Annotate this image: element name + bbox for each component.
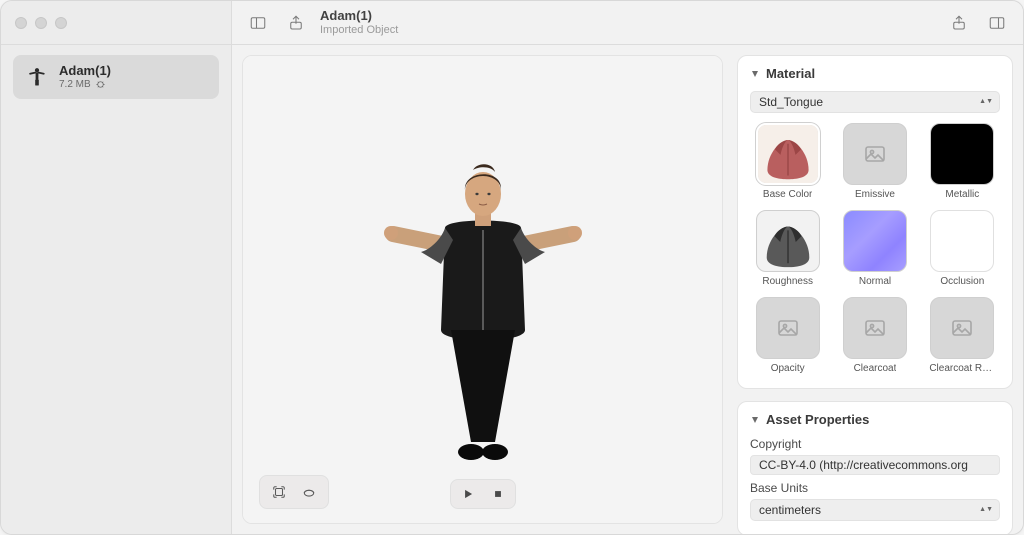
metallic-swatch [930, 123, 994, 185]
asset-properties-title: Asset Properties [766, 412, 869, 427]
opacity-swatch [756, 297, 820, 359]
clearcoat-label: Clearcoat [854, 363, 897, 374]
character-preview [333, 100, 633, 480]
material-slot-metallic[interactable]: Metallic [925, 123, 1000, 200]
viewport-mode-controls [259, 475, 329, 509]
material-slots-grid: Base Color Emissive Metallic [750, 123, 1000, 374]
base-color-label: Base Color [763, 189, 812, 200]
material-select[interactable]: Std_Tongue ▲▼ [750, 91, 1000, 113]
occlusion-swatch [930, 210, 994, 272]
material-slot-base-color[interactable]: Base Color [750, 123, 825, 200]
minimize-window-dot[interactable] [35, 17, 47, 29]
asset-title: Adam(1) [59, 63, 111, 79]
material-slot-clearcoat-roughness[interactable]: Clearcoat Ro… [925, 297, 1000, 374]
emissive-label: Emissive [855, 189, 895, 200]
emissive-swatch [843, 123, 907, 185]
share-button-right[interactable] [945, 10, 973, 36]
material-panel-header[interactable]: Material [750, 66, 1000, 81]
asset-thumbnail-icon [23, 63, 51, 91]
asset-size: 7.2 MB [59, 79, 91, 91]
material-slot-clearcoat[interactable]: Clearcoat [837, 297, 912, 374]
base-units-select[interactable]: centimeters ▲▼ [750, 499, 1000, 521]
toolbar: Adam(1) Imported Object [231, 1, 1023, 44]
zoom-window-dot[interactable] [55, 17, 67, 29]
opacity-label: Opacity [771, 363, 805, 374]
select-arrows-icon: ▲▼ [979, 100, 993, 104]
material-slot-normal[interactable]: Normal [837, 210, 912, 287]
toggle-inspector-button[interactable] [983, 10, 1011, 36]
inspector[interactable]: Material Std_Tongue ▲▼ Base Color [733, 45, 1023, 534]
titlebar: Adam(1) Imported Object [1, 1, 1023, 45]
toggle-sidebar-button[interactable] [244, 10, 272, 36]
sidebar-item-asset[interactable]: Adam(1) 7.2 MB [13, 55, 219, 99]
window-body: Adam(1) 7.2 MB [1, 45, 1023, 534]
material-slot-emissive[interactable]: Emissive [837, 123, 912, 200]
sidebar: Adam(1) 7.2 MB [1, 45, 231, 534]
app-window: Adam(1) Imported Object [0, 0, 1024, 535]
chevron-down-icon [750, 69, 760, 79]
document-title: Adam(1) [320, 8, 398, 24]
document-subtitle: Imported Object [320, 24, 398, 37]
base-units-label: Base Units [750, 481, 1000, 495]
select-arrows-icon: ▲▼ [979, 508, 993, 512]
stop-button[interactable] [485, 482, 511, 506]
asset-properties-header[interactable]: Asset Properties [750, 412, 1000, 427]
material-slot-opacity[interactable]: Opacity [750, 297, 825, 374]
material-panel-title: Material [766, 66, 815, 81]
close-window-dot[interactable] [15, 17, 27, 29]
clearcoat-swatch [843, 297, 907, 359]
occlusion-label: Occlusion [940, 276, 984, 287]
share-button[interactable] [282, 10, 310, 36]
metallic-label: Metallic [945, 189, 979, 200]
viewport-canvas[interactable] [243, 56, 722, 523]
asset-subtitle: 7.2 MB [59, 79, 111, 91]
play-button[interactable] [455, 482, 481, 506]
asset-text: Adam(1) 7.2 MB [59, 63, 111, 91]
roughness-swatch [756, 210, 820, 272]
viewport[interactable] [242, 55, 723, 524]
normal-swatch [843, 210, 907, 272]
clearcoat-roughness-label: Clearcoat Ro… [929, 363, 995, 374]
copyright-field[interactable]: CC-BY-4.0 (http://creativecommons.org [750, 455, 1000, 475]
material-select-value: Std_Tongue [759, 95, 823, 109]
playback-controls [450, 479, 516, 509]
copyright-label: Copyright [750, 437, 1000, 451]
asset-properties-panel: Asset Properties Copyright CC-BY-4.0 (ht… [737, 401, 1013, 534]
traffic-lights [15, 17, 67, 29]
base-units-value: centimeters [759, 503, 821, 517]
main-area: Material Std_Tongue ▲▼ Base Color [231, 45, 1023, 534]
environment-toggle[interactable] [296, 480, 322, 504]
chevron-down-icon [750, 415, 760, 425]
copyright-value: CC-BY-4.0 (http://creativecommons.org [759, 458, 968, 472]
material-slot-roughness[interactable]: Roughness [750, 210, 825, 287]
roughness-label: Roughness [762, 276, 813, 287]
document-title-block: Adam(1) Imported Object [320, 8, 398, 37]
material-slot-occlusion[interactable]: Occlusion [925, 210, 1000, 287]
normal-label: Normal [859, 276, 891, 287]
material-panel: Material Std_Tongue ▲▼ Base Color [737, 55, 1013, 389]
bounding-box-toggle[interactable] [266, 480, 292, 504]
clearcoat-roughness-swatch [930, 297, 994, 359]
traffic-light-area [1, 17, 231, 29]
ar-icon [95, 79, 106, 90]
base-color-swatch [756, 123, 820, 185]
